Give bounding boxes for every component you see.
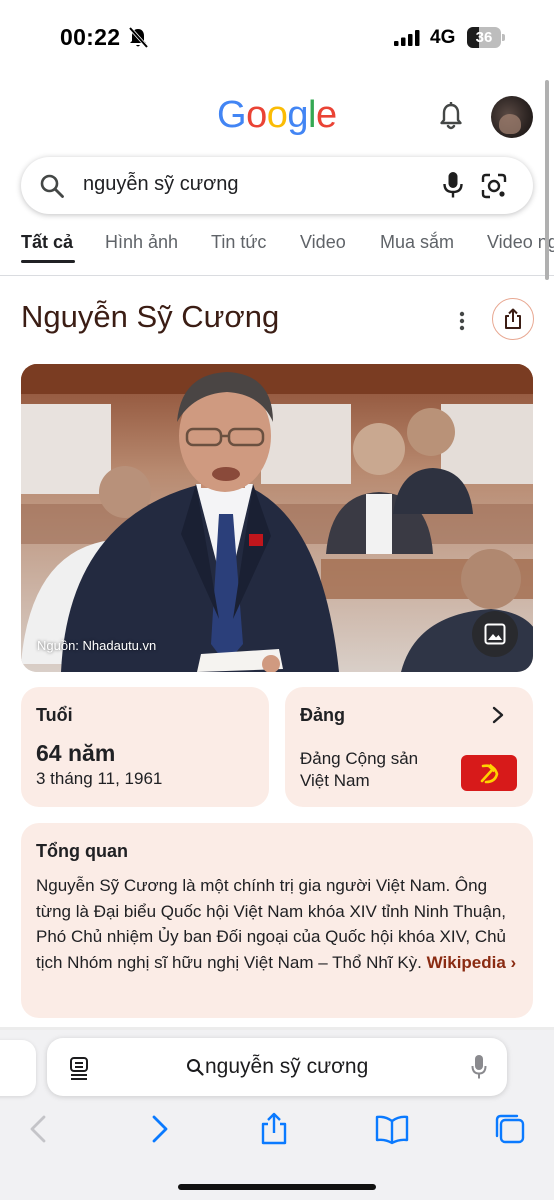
- hammer-and-sickle-icon: [480, 763, 499, 784]
- status-time: 00:22: [60, 24, 121, 50]
- logo-letter: o: [246, 94, 267, 136]
- photo-source-caption: Nguồn: Nhadautu.vn: [37, 638, 157, 653]
- knowledge-panel-title: Nguyễn Sỹ Cương: [21, 299, 280, 334]
- tab-videos[interactable]: Video: [300, 232, 346, 253]
- person-photo[interactable]: Nguồn: Nhadautu.vn: [21, 364, 533, 672]
- logo-letter: o: [266, 94, 288, 136]
- age-value: 64 năm: [36, 740, 116, 766]
- bookmarks-icon[interactable]: [374, 1112, 410, 1146]
- view-images-button[interactable]: [472, 611, 518, 657]
- battery-level: 36: [475, 29, 493, 46]
- dictation-mic-icon[interactable]: [471, 1054, 487, 1080]
- photo-scene: [21, 364, 533, 672]
- address-bar[interactable]: nguyễn sỹ cương: [47, 1038, 507, 1096]
- share-sheet-icon[interactable]: [256, 1112, 292, 1146]
- home-indicator[interactable]: [178, 1184, 376, 1190]
- tab-short-videos[interactable]: Video ng: [487, 232, 554, 253]
- logo-letter: e: [315, 94, 337, 136]
- share-icon: [505, 308, 521, 329]
- browser-toolbar: nguyễn sỹ cương: [0, 1030, 554, 1200]
- battery-icon: 36: [467, 27, 505, 48]
- status-bar: 00:22 4G 36: [0, 0, 554, 76]
- tab-images[interactable]: Hình ảnh: [105, 232, 178, 253]
- tab-news[interactable]: Tin tức: [211, 232, 266, 253]
- back-icon[interactable]: [22, 1112, 58, 1146]
- tabs-overview-icon[interactable]: [492, 1112, 528, 1146]
- search-box[interactable]: nguyễn sỹ cương: [21, 157, 533, 214]
- birth-date: 3 tháng 11, 1961: [36, 769, 163, 788]
- address-text[interactable]: nguyễn sỹ cương: [205, 1055, 368, 1079]
- tab-all[interactable]: Tất cả: [21, 232, 73, 253]
- overview-card: Tổng quan Nguyễn Sỹ Cương là một chính t…: [21, 823, 533, 1018]
- share-button[interactable]: [492, 298, 534, 340]
- google-lens-icon[interactable]: [481, 173, 507, 199]
- tab-shopping[interactable]: Mua sắm: [380, 232, 454, 253]
- google-logo[interactable]: Google: [217, 94, 337, 137]
- cellular-signal-icon: [394, 30, 420, 46]
- search-input[interactable]: nguyễn sỹ cương: [83, 173, 238, 196]
- party-flag: [461, 755, 517, 791]
- party-card[interactable]: Đảng Đảng Cộng sản Việt Nam: [285, 687, 533, 807]
- bell-off-icon: [128, 27, 148, 49]
- notifications-bell-icon[interactable]: [438, 102, 464, 132]
- overview-label: Tổng quan: [36, 841, 128, 861]
- forward-icon[interactable]: [140, 1112, 176, 1146]
- page-scrollbar[interactable]: [545, 80, 549, 280]
- wikipedia-link[interactable]: Wikipedia ›: [427, 953, 517, 972]
- address-search-icon: [187, 1059, 204, 1076]
- active-tab-indicator: [21, 260, 75, 263]
- network-type: 4G: [430, 27, 456, 48]
- previous-tab-preview[interactable]: [0, 1040, 36, 1096]
- overview-text: Nguyễn Sỹ Cương là một chính trị gia ngư…: [36, 873, 522, 975]
- search-tabs: Tất cả Hình ảnh Tin tức Video Mua sắm Vi…: [0, 226, 554, 276]
- more-options-icon[interactable]: [452, 309, 472, 333]
- image-gallery-icon: [484, 623, 506, 645]
- age-label: Tuổi: [36, 705, 73, 725]
- search-icon: [40, 174, 64, 198]
- logo-letter: G: [217, 94, 247, 136]
- party-label: Đảng: [300, 705, 345, 725]
- party-name: Đảng Cộng sản Việt Nam: [300, 749, 419, 790]
- logo-letter: l: [307, 94, 316, 136]
- logo-letter: g: [287, 94, 308, 136]
- age-card: Tuổi 64 năm 3 tháng 11, 1961: [21, 687, 269, 807]
- voice-search-mic-icon[interactable]: [442, 171, 464, 199]
- chevron-right-icon: [492, 706, 504, 724]
- page-menu-icon[interactable]: [68, 1056, 90, 1080]
- account-avatar[interactable]: [491, 96, 533, 138]
